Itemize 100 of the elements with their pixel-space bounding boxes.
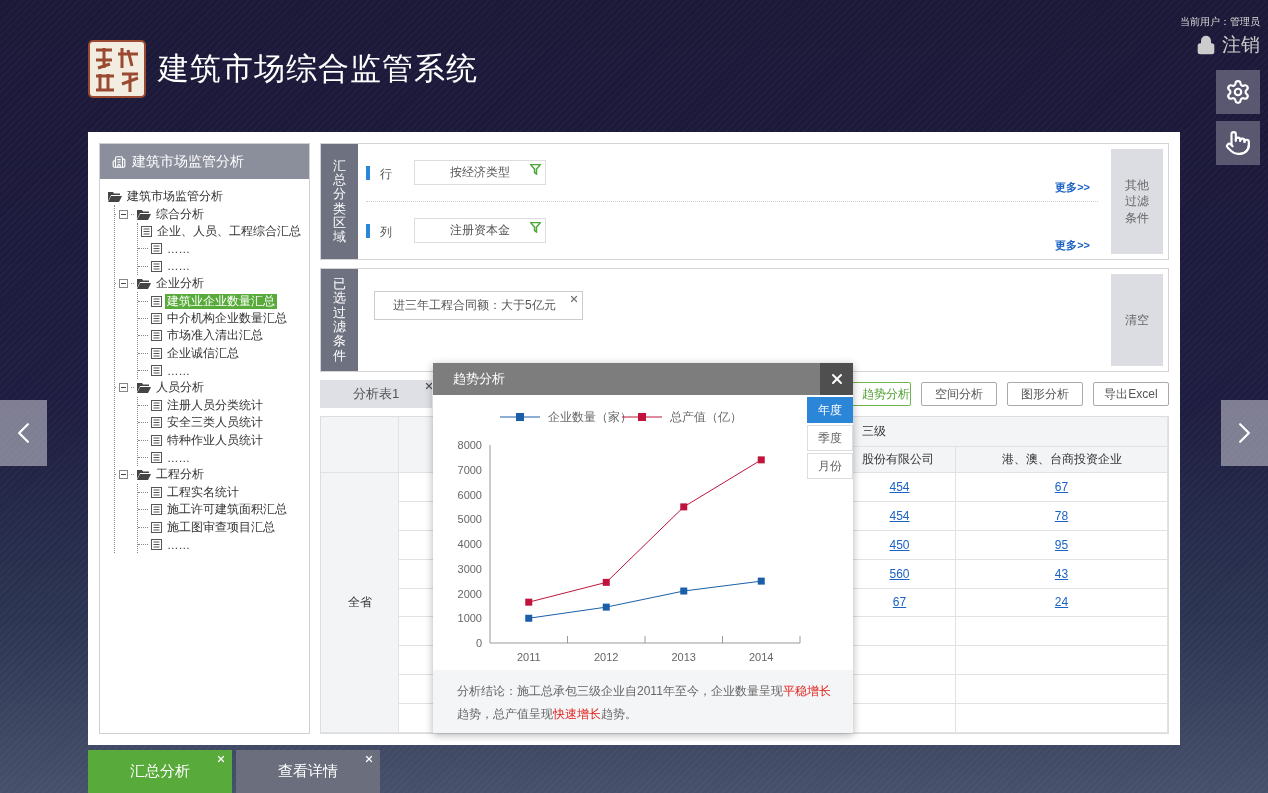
collapse-icon[interactable] [119, 209, 128, 219]
marker-bar [366, 166, 370, 180]
close-button[interactable] [820, 363, 853, 395]
select-field[interactable]: 注册资本金 [414, 218, 546, 243]
folder-icon [137, 382, 151, 394]
axis-tick-label: 7000 [457, 463, 482, 476]
document-icon [151, 260, 162, 272]
filter-icon[interactable] [530, 222, 541, 233]
axis-tick-label: 3000 [457, 562, 482, 575]
more-link[interactable]: 更多>> [1055, 238, 1090, 253]
toolbar-button[interactable]: 图形分析 [1007, 382, 1083, 406]
count-link[interactable]: 560 [889, 566, 910, 581]
count-link[interactable]: 24 [1054, 595, 1069, 610]
document-icon [151, 504, 162, 516]
tree-item[interactable]: …… [165, 260, 192, 273]
tree-item[interactable]: 市场准入清出汇总 [165, 328, 265, 344]
document-icon [151, 434, 162, 446]
settings-icon[interactable] [1225, 79, 1251, 105]
period-button[interactable]: 季度 [807, 425, 853, 451]
close-icon[interactable] [568, 294, 579, 304]
building-icon [112, 154, 126, 169]
hand-pointer-icon[interactable] [1225, 130, 1251, 156]
collapse-icon[interactable] [119, 279, 128, 289]
tree-item[interactable]: 施工许可建筑面积汇总 [165, 502, 289, 518]
data-point [602, 603, 610, 611]
page-tab[interactable]: 查看详情 [236, 750, 380, 793]
tree-item[interactable]: 特种作业人员统计 [165, 432, 265, 448]
filter-tag[interactable]: 进三年工程合同额：大于5亿元 [374, 291, 583, 320]
data-point [680, 587, 688, 595]
tree-item[interactable]: 企业、人员、工程综合汇总 [155, 223, 303, 239]
document-icon [151, 521, 162, 533]
document-icon [151, 452, 162, 464]
folder-icon [137, 208, 151, 220]
period-button[interactable]: 年度 [807, 397, 853, 423]
tree-item[interactable]: 工程分析 [154, 467, 206, 483]
folder-icon [108, 191, 122, 203]
header-cell: 港、澳、台商投资企业 [956, 447, 1168, 473]
count-link[interactable]: 67 [892, 595, 907, 610]
axis-tick-label: 1000 [457, 612, 482, 625]
count-link[interactable]: 450 [889, 537, 910, 552]
axis-tick-label: 2014 [749, 651, 774, 663]
tree-item[interactable]: 企业诚信汇总 [165, 345, 241, 361]
legend-label: 总产值（亿） [669, 410, 742, 424]
collapse-icon[interactable] [119, 470, 128, 480]
count-link[interactable]: 43 [1054, 566, 1069, 581]
filter-icon[interactable] [530, 164, 541, 175]
section-label: 汇总分类区域 [321, 144, 358, 259]
tree-item[interactable]: …… [165, 242, 192, 255]
collapse-icon[interactable] [119, 383, 128, 393]
hand-pointer-button[interactable] [1216, 121, 1260, 165]
settings-button[interactable] [1216, 70, 1260, 114]
document-icon [151, 417, 162, 429]
tree-item[interactable]: 中介机构企业数量汇总 [165, 310, 289, 326]
tree-item[interactable]: 人员分析 [154, 380, 206, 396]
select-field[interactable]: 按经济类型 [414, 160, 546, 185]
row-label: 列 [380, 224, 392, 241]
tree-item[interactable]: 企业分析 [154, 276, 206, 292]
document-icon [151, 365, 162, 377]
document-icon [151, 330, 162, 342]
legend-label: 企业数量（家） [548, 410, 632, 424]
data-point [757, 456, 765, 464]
axis-tick-label: 2000 [457, 587, 482, 600]
clear-button[interactable]: 清空 [1111, 274, 1163, 366]
more-link[interactable]: 更多>> [1055, 180, 1090, 195]
document-icon [151, 347, 162, 359]
marker-bar [366, 224, 370, 238]
sheet-tab[interactable]: 分析表1 [320, 380, 432, 408]
count-link[interactable]: 95 [1054, 537, 1069, 552]
count-link[interactable]: 454 [889, 479, 910, 494]
count-link[interactable]: 78 [1054, 508, 1069, 523]
tree-item[interactable]: 工程实名统计 [165, 484, 241, 500]
conclusion-text: 分析结论：施工总承包三级企业自2011年至今，企业数量呈现平稳增长趋势，总产值呈现快速增长趋势。 [433, 670, 853, 733]
legend-item: 企业数量（家） [499, 411, 632, 423]
tree-item[interactable]: 综合分析 [154, 206, 206, 222]
dialog-title: 趋势分析 [452, 370, 505, 388]
tree-item[interactable]: 注册人员分类统计 [165, 397, 265, 413]
axis-tick-label: 5000 [457, 513, 482, 526]
tree-item[interactable]: 建筑市场监管分析 [125, 189, 225, 205]
tree-item[interactable]: 安全三类人员统计 [165, 415, 265, 431]
tree-item[interactable]: …… [165, 364, 192, 377]
current-user-label: 当前用户：管理员 [1180, 15, 1260, 29]
close-icon[interactable] [424, 381, 434, 391]
axis-tick-label: 0 [475, 637, 482, 649]
count-link[interactable]: 67 [1054, 479, 1069, 494]
lock-icon[interactable] [1196, 35, 1216, 55]
other-filters-button[interactable]: 其他过滤条件 [1111, 149, 1163, 254]
data-point [757, 577, 765, 585]
logout-link[interactable]: 注销 [1196, 32, 1260, 58]
tree-item[interactable]: …… [165, 451, 192, 464]
document-icon [151, 243, 162, 255]
count-link[interactable]: 454 [889, 508, 910, 523]
period-button[interactable]: 月份 [807, 453, 853, 479]
toolbar-button[interactable]: 导出Excel [1093, 382, 1169, 406]
tree-item[interactable]: 施工图审查项目汇总 [165, 519, 277, 535]
folder-icon [137, 278, 151, 290]
document-icon [151, 486, 162, 498]
toolbar-button[interactable]: 空间分析 [921, 382, 997, 406]
axis-tick-label: 2013 [671, 651, 696, 663]
document-icon [151, 399, 162, 411]
tree-item[interactable]: …… [165, 538, 192, 551]
